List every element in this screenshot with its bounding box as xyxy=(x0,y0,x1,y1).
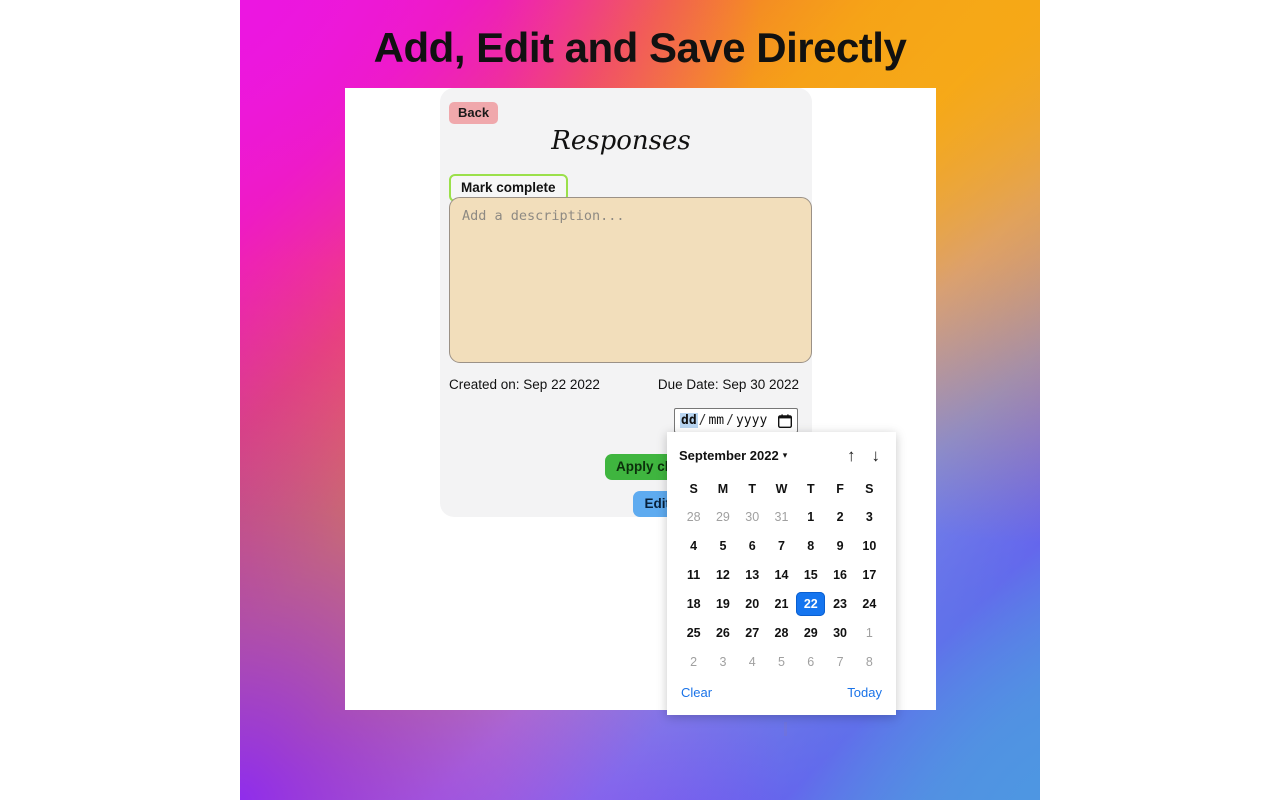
date-day-segment[interactable]: dd xyxy=(680,413,698,428)
calendar-day[interactable]: 28 xyxy=(767,621,796,645)
datepicker-month-label[interactable]: September 2022 xyxy=(679,448,779,463)
date-separator-2: / xyxy=(726,413,734,428)
calendar-day[interactable]: 5 xyxy=(767,650,796,674)
calendar-day[interactable]: 15 xyxy=(796,563,825,587)
calendar-day[interactable]: 7 xyxy=(767,534,796,558)
calendar-day[interactable]: 14 xyxy=(767,563,796,587)
day-of-week-header: T xyxy=(806,482,815,496)
calendar-day[interactable]: 28 xyxy=(679,505,708,529)
task-meta-row: Created on: Sep 22 2022 Due Date: Sep 30… xyxy=(440,377,812,395)
due-date-label: Due Date: Sep 30 2022 xyxy=(657,377,799,392)
datepicker-nav: ↑ ↓ xyxy=(847,447,884,464)
clear-link[interactable]: Clear xyxy=(681,685,712,700)
calendar-day[interactable]: 16 xyxy=(825,563,854,587)
today-link[interactable]: Today xyxy=(847,685,882,700)
calendar-day[interactable]: 1 xyxy=(855,621,884,645)
datepicker-footer: Clear Today xyxy=(679,685,884,700)
calendar-day[interactable]: 26 xyxy=(708,621,737,645)
datepicker-header: September 2022 ▾ ↑ ↓ xyxy=(679,442,884,468)
datepicker-grid: S M T W T F S 28 29 30 31 1 2 3 4 5 6 7 8 9 10 11 12 13 14 15 16 17… xyxy=(679,478,884,674)
prev-month-arrow-icon[interactable]: ↑ xyxy=(847,447,856,464)
calendar-day[interactable]: 12 xyxy=(708,563,737,587)
calendar-day[interactable]: 5 xyxy=(708,534,737,558)
calendar-day[interactable]: 11 xyxy=(679,563,708,587)
day-of-week-header: M xyxy=(717,482,729,496)
chevron-down-icon[interactable]: ▾ xyxy=(783,450,788,461)
calendar-day[interactable]: 18 xyxy=(679,592,708,616)
calendar-day[interactable]: 6 xyxy=(738,534,767,558)
day-of-week-header: F xyxy=(836,482,844,496)
scan-artifact xyxy=(784,722,787,736)
day-of-week-header: S xyxy=(689,482,698,496)
calendar-day[interactable]: 25 xyxy=(679,621,708,645)
calendar-day[interactable]: 29 xyxy=(708,505,737,529)
day-of-week-header: W xyxy=(775,482,788,496)
calendar-day[interactable]: 30 xyxy=(825,621,854,645)
calendar-day[interactable]: 20 xyxy=(738,592,767,616)
calendar-day[interactable]: 21 xyxy=(767,592,796,616)
back-button[interactable]: Back xyxy=(449,102,499,124)
datepicker-popup[interactable]: September 2022 ▾ ↑ ↓ S M T W T F S 28 29 30 31 1 2 3 4… xyxy=(667,432,896,715)
calendar-day[interactable]: 10 xyxy=(855,534,884,558)
calendar-day[interactable]: 30 xyxy=(738,505,767,529)
calendar-day[interactable]: 9 xyxy=(825,534,854,558)
calendar-day[interactable]: 4 xyxy=(679,534,708,558)
calendar-day[interactable]: 19 xyxy=(708,592,737,616)
calendar-day[interactable]: 3 xyxy=(855,505,884,529)
calendar-day[interactable]: 27 xyxy=(738,621,767,645)
calendar-day[interactable]: 2 xyxy=(825,505,854,529)
due-date-field[interactable]: dd / mm / yyyy xyxy=(674,408,798,433)
calendar-day[interactable]: 8 xyxy=(796,534,825,558)
calendar-day-selected[interactable]: 22 xyxy=(796,592,826,616)
calendar-day[interactable]: 29 xyxy=(796,621,825,645)
next-month-arrow-icon[interactable]: ↓ xyxy=(872,447,881,464)
created-on-label: Created on: Sep 22 2022 xyxy=(449,377,600,392)
calendar-day[interactable]: 17 xyxy=(855,563,884,587)
calendar-day[interactable]: 23 xyxy=(825,592,854,616)
promo-headline: Add, Edit and Save Directly xyxy=(373,24,907,71)
calendar-day[interactable]: 1 xyxy=(796,505,825,529)
page-title: Responses xyxy=(551,126,691,156)
calendar-day[interactable]: 31 xyxy=(767,505,796,529)
calendar-day[interactable]: 13 xyxy=(738,563,767,587)
calendar-day[interactable]: 2 xyxy=(679,650,708,674)
calendar-icon[interactable] xyxy=(778,413,792,428)
calendar-day[interactable]: 6 xyxy=(796,650,825,674)
date-month-segment[interactable]: mm xyxy=(707,413,725,428)
calendar-day[interactable]: 3 xyxy=(708,650,737,674)
calendar-day[interactable]: 4 xyxy=(738,650,767,674)
calendar-day[interactable]: 24 xyxy=(855,592,884,616)
calendar-day[interactable]: 7 xyxy=(825,650,854,674)
date-year-segment[interactable]: yyyy xyxy=(735,413,768,428)
description-input[interactable] xyxy=(449,197,812,363)
date-separator-1: / xyxy=(698,413,707,428)
calendar-day[interactable]: 8 xyxy=(855,650,884,674)
day-of-week-header: S xyxy=(865,482,874,496)
day-of-week-header: T xyxy=(748,482,757,496)
